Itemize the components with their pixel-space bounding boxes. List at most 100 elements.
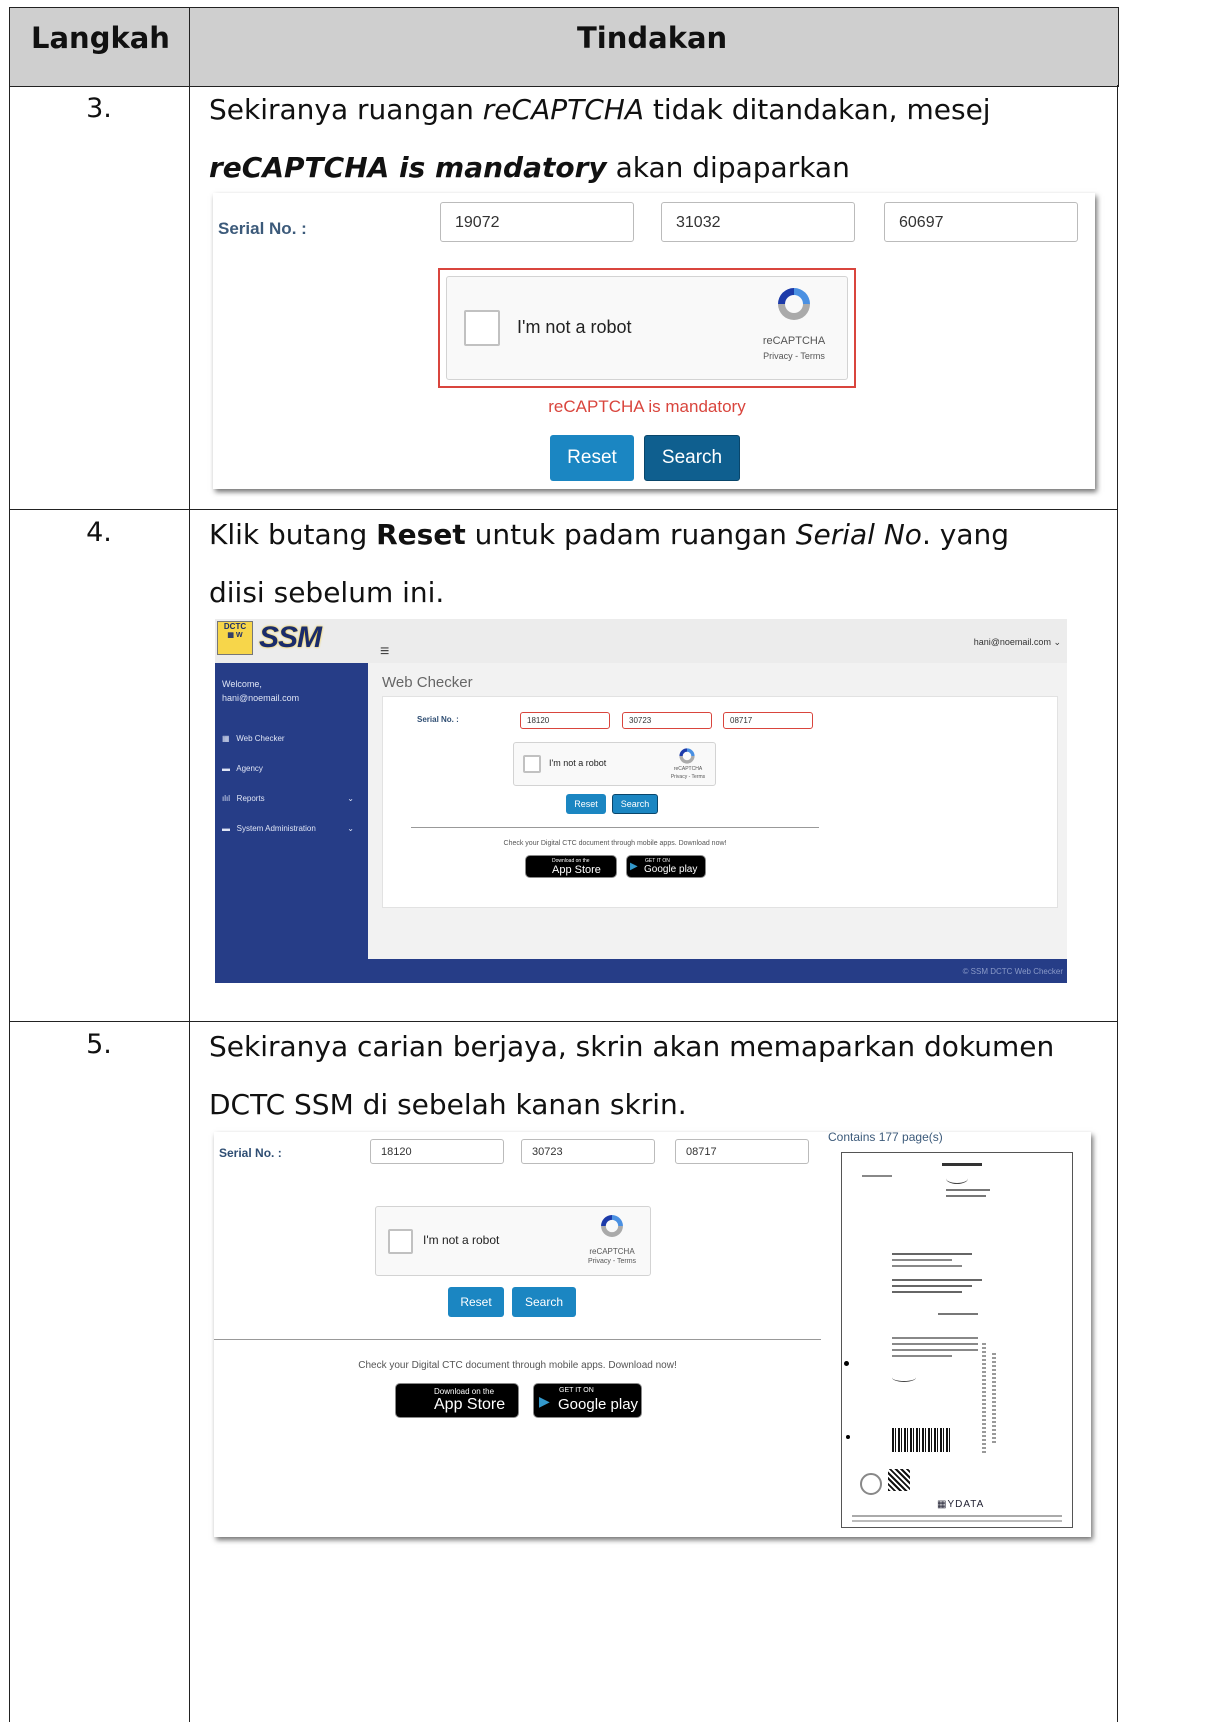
doc-vertical-text	[982, 1343, 986, 1453]
step-3-text: Sekiranya ruangan reCAPTCHA tidak ditand…	[209, 93, 991, 184]
reset-button[interactable]: Reset	[566, 794, 606, 814]
table-header	[9, 7, 1119, 87]
ssm-logo: SSM	[259, 621, 322, 654]
serial-field-3[interactable]: 08717	[675, 1139, 809, 1164]
barcode	[892, 1428, 952, 1452]
doc-line	[892, 1355, 952, 1357]
recaptcha-brand: reCAPTCHA	[589, 1247, 635, 1256]
promo-text: Check your Digital CTC document through …	[358, 1360, 677, 1371]
reset-button[interactable]: Reset	[550, 435, 634, 481]
signature-mark	[946, 1173, 968, 1184]
play-icon: ▶	[539, 1393, 550, 1409]
step-5-text: Sekiranya carian berjaya, skrin akan mem…	[209, 1030, 1055, 1121]
app-store-button[interactable]: Download on the App Store	[525, 855, 617, 878]
sidebar: Welcome, hani@noemail.com ▦ Web Checker …	[215, 663, 368, 983]
step-number: 4.	[86, 517, 112, 548]
screenshot-search-result: Serial No. : 18120 30723 08717 I'm not a…	[214, 1132, 1091, 1537]
reset-button[interactable]: Reset	[448, 1287, 504, 1317]
google-play-button[interactable]: ▶ GET IT ON Google play	[533, 1383, 642, 1418]
serial-field-1[interactable]: 18120	[370, 1139, 504, 1164]
step-4-text: Klik butang Reset untuk padam ruangan Se…	[209, 518, 1010, 609]
welcome-email: hani@noemail.com	[222, 693, 300, 703]
promo-text: Check your Digital CTC document through …	[503, 840, 727, 847]
procedure-table: Langkah Tindakan 3. Sekiranya ruangan re…	[9, 7, 1119, 1722]
google-play-button[interactable]: ▶ GET IT ON Google play	[626, 855, 706, 878]
sidebar-item-reports[interactable]: ılıl Reports ⌄	[222, 794, 354, 803]
header-tindakan: Tindakan	[577, 21, 728, 55]
footer-text: © SSM DCTC Web Checker	[962, 967, 1063, 976]
doc-dot	[846, 1435, 850, 1439]
doc-line	[852, 1515, 1062, 1517]
serial-field-2[interactable]: 30723	[521, 1139, 655, 1164]
sidebar-item-agency[interactable]: ▬ Agency	[222, 764, 263, 773]
recaptcha-links[interactable]: Privacy - Terms	[664, 774, 712, 780]
serial-field-1[interactable]: 18120	[520, 712, 610, 729]
doc-dot	[844, 1361, 849, 1366]
serial-field-3[interactable]: 08717	[723, 712, 813, 729]
doc-line	[946, 1195, 986, 1197]
app-store-button[interactable]: Download on the App Store	[395, 1383, 519, 1418]
chevron-down-icon: ⌄	[347, 794, 354, 803]
serial-field-2[interactable]: 30723	[622, 712, 712, 729]
serial-field-2[interactable]: 31032	[661, 202, 855, 242]
search-button[interactable]: Search	[512, 1287, 576, 1317]
serial-label: Serial No. :	[218, 219, 307, 238]
doc-line	[946, 1189, 990, 1191]
user-menu[interactable]: hani@noemail.com ⌄	[974, 637, 1061, 648]
doc-line	[938, 1313, 978, 1315]
doc-line	[892, 1291, 962, 1293]
recaptcha-checkbox[interactable]	[464, 310, 500, 346]
recaptcha-label: I'm not a robot	[517, 317, 632, 337]
seal-stamp	[860, 1473, 882, 1495]
sidebar-item-system-administration[interactable]: ▬ System Administration ⌄	[222, 824, 354, 833]
hamburger-menu-icon[interactable]: ≡	[380, 643, 389, 661]
dctc-logo: DCTC ▦ W	[217, 621, 253, 655]
step-number: 5.	[86, 1029, 112, 1060]
briefcase-icon: ▬	[222, 824, 230, 833]
bar-chart-icon: ılıl	[222, 794, 230, 803]
top-bar	[215, 619, 1067, 663]
footer-bar: © SSM DCTC Web Checker	[368, 959, 1067, 983]
doc-vertical-text	[992, 1353, 996, 1443]
captcha-error-message: reCAPTCHA is mandatory	[548, 397, 746, 416]
doc-line	[892, 1279, 982, 1281]
doc-line	[892, 1349, 978, 1351]
briefcase-icon: ▬	[222, 764, 230, 773]
grid-line	[189, 7, 190, 1722]
step-number: 3.	[86, 93, 112, 124]
qr-code	[888, 1469, 910, 1491]
recaptcha-label: I'm not a robot	[423, 1233, 500, 1247]
doc-line	[892, 1259, 952, 1261]
recaptcha-brand: reCAPTCHA	[673, 766, 703, 772]
doc-line	[862, 1175, 892, 1177]
recaptcha-label: I'm not a robot	[549, 758, 607, 768]
document-preview[interactable]: ▦YDATA	[841, 1152, 1073, 1528]
chevron-down-icon: ⌄	[347, 824, 354, 833]
grid-line	[1117, 85, 1118, 1722]
serial-label: Serial No. :	[417, 715, 459, 724]
serial-field-1[interactable]: 19072	[440, 202, 634, 242]
recaptcha-checkbox[interactable]	[388, 1229, 413, 1254]
divider	[411, 827, 819, 828]
grid-icon: ▦	[222, 734, 230, 743]
recaptcha-links[interactable]: Privacy - Terms	[747, 351, 841, 361]
recaptcha-widget: I'm not a robot reCAPTCHA Privacy - Term…	[446, 276, 848, 380]
recaptcha-logo-icon	[601, 1215, 623, 1237]
doc-line	[892, 1337, 978, 1339]
search-button[interactable]: Search	[644, 435, 740, 481]
serial-field-3[interactable]: 60697	[884, 202, 1078, 242]
sidebar-item-web-checker[interactable]: ▦ Web Checker	[222, 734, 285, 743]
search-button[interactable]: Search	[612, 794, 658, 814]
recaptcha-brand: reCAPTCHA	[762, 335, 826, 347]
doc-line	[892, 1265, 962, 1267]
doc-footer-logo: ▦YDATA	[937, 1499, 985, 1510]
recaptcha-logo-icon	[778, 288, 810, 320]
recaptcha-links[interactable]: Privacy - Terms	[580, 1258, 644, 1265]
screenshot-recaptcha-error: Serial No. : 19072 31032 60697 I'm not a…	[213, 193, 1095, 489]
recaptcha-logo-icon	[679, 748, 695, 764]
recaptcha-checkbox[interactable]	[523, 755, 541, 773]
doc-line	[892, 1285, 972, 1287]
recaptcha-widget: I'm not a robot reCAPTCHA Privacy - Term…	[513, 742, 716, 786]
grid-line	[9, 85, 10, 1722]
checker-panel: Serial No. : 18120 30723 08717 I'm not a…	[382, 696, 1058, 908]
